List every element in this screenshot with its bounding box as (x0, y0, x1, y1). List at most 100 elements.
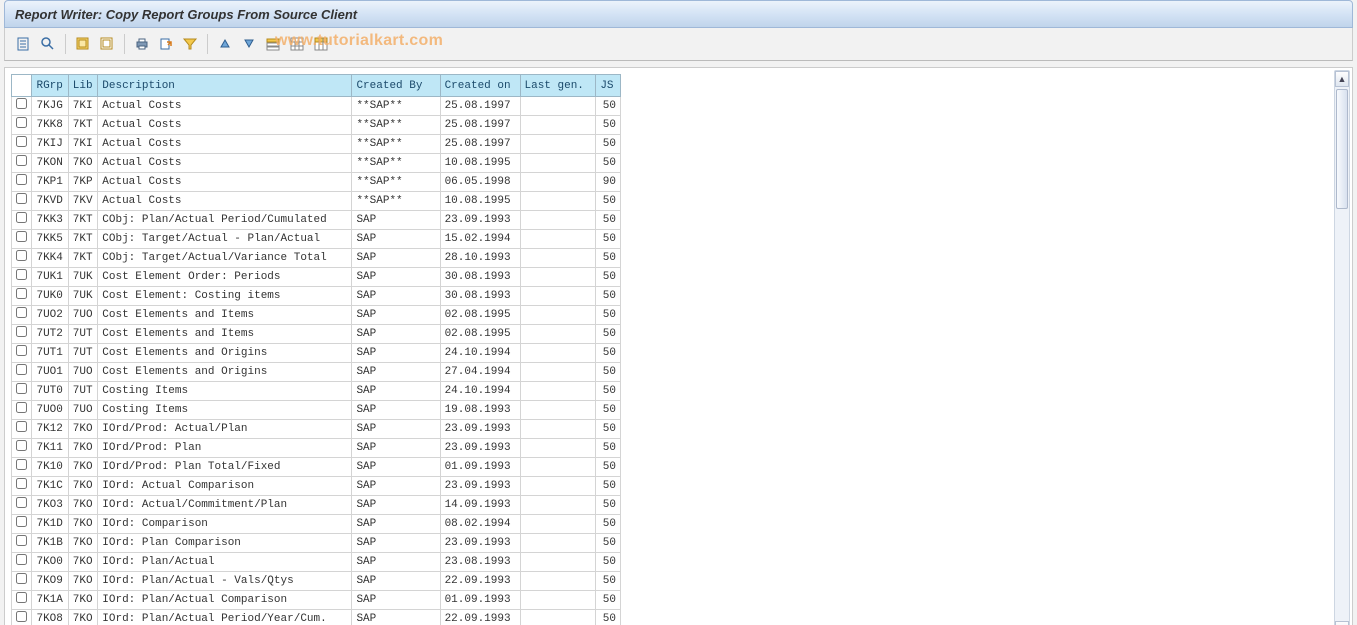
table-row[interactable]: 7KJG7KIActual Costs**SAP**25.08.199750 (12, 97, 621, 116)
row-checkbox[interactable] (16, 98, 27, 109)
col-rgrp[interactable]: RGrp (32, 75, 68, 97)
table-row[interactable]: 7KO97KOIOrd: Plan/Actual - Vals/QtysSAP2… (12, 572, 621, 591)
table-row[interactable]: 7K1C7KOIOrd: Actual ComparisonSAP23.09.1… (12, 477, 621, 496)
table-row[interactable]: 7KO87KOIOrd: Plan/Actual Period/Year/Cum… (12, 610, 621, 625)
table-row[interactable]: 7KON7KOActual Costs**SAP**10.08.199550 (12, 154, 621, 173)
row-select-cell[interactable] (12, 173, 32, 192)
table-row[interactable]: 7KK37KTCObj: Plan/Actual Period/Cumulate… (12, 211, 621, 230)
table-row[interactable]: 7UT27UTCost Elements and ItemsSAP02.08.1… (12, 325, 621, 344)
row-checkbox[interactable] (16, 174, 27, 185)
row-select-cell[interactable] (12, 325, 32, 344)
row-select-cell[interactable] (12, 458, 32, 477)
row-checkbox[interactable] (16, 117, 27, 128)
row-select-cell[interactable] (12, 363, 32, 382)
row-checkbox[interactable] (16, 231, 27, 242)
row-select-cell[interactable] (12, 249, 32, 268)
row-checkbox[interactable] (16, 212, 27, 223)
row-checkbox[interactable] (16, 497, 27, 508)
row-select-cell[interactable] (12, 420, 32, 439)
row-checkbox[interactable] (16, 288, 27, 299)
row-select-cell[interactable] (12, 439, 32, 458)
row-checkbox[interactable] (16, 535, 27, 546)
table-row[interactable]: 7KO07KOIOrd: Plan/ActualSAP23.08.199350 (12, 553, 621, 572)
table-row[interactable]: 7UO17UOCost Elements and OriginsSAP27.04… (12, 363, 621, 382)
row-checkbox[interactable] (16, 269, 27, 280)
row-checkbox[interactable] (16, 193, 27, 204)
scroll-up-button[interactable]: ▲ (1335, 71, 1349, 87)
row-select-cell[interactable] (12, 496, 32, 515)
table-row[interactable]: 7UK07UKCost Element: Costing itemsSAP30.… (12, 287, 621, 306)
table-row[interactable]: 7K117KOIOrd/Prod: PlanSAP23.09.199350 (12, 439, 621, 458)
row-select-cell[interactable] (12, 287, 32, 306)
row-checkbox[interactable] (16, 554, 27, 565)
table-row[interactable]: 7KO37KOIOrd: Actual/Commitment/PlanSAP14… (12, 496, 621, 515)
table-row[interactable]: 7KVD7KVActual Costs**SAP**10.08.199550 (12, 192, 621, 211)
select-all-icon[interactable] (72, 34, 94, 54)
scroll-down-button[interactable]: ▼ (1335, 621, 1349, 625)
row-select-cell[interactable] (12, 306, 32, 325)
row-select-cell[interactable] (12, 192, 32, 211)
row-select-cell[interactable] (12, 401, 32, 420)
row-select-cell[interactable] (12, 135, 32, 154)
row-select-cell[interactable] (12, 553, 32, 572)
row-checkbox[interactable] (16, 516, 27, 527)
row-checkbox[interactable] (16, 345, 27, 356)
table-row[interactable]: 7KK57KTCObj: Target/Actual - Plan/Actual… (12, 230, 621, 249)
table-row[interactable]: 7KIJ7KIActual Costs**SAP**25.08.199750 (12, 135, 621, 154)
row-checkbox[interactable] (16, 478, 27, 489)
table-row[interactable]: 7UO27UOCost Elements and ItemsSAP02.08.1… (12, 306, 621, 325)
row-checkbox[interactable] (16, 250, 27, 261)
row-select-cell[interactable] (12, 572, 32, 591)
row-checkbox[interactable] (16, 611, 27, 622)
table-row[interactable]: 7UT07UTCosting ItemsSAP24.10.199450 (12, 382, 621, 401)
row-select-cell[interactable] (12, 610, 32, 625)
row-checkbox[interactable] (16, 383, 27, 394)
row-select-cell[interactable] (12, 344, 32, 363)
find-icon[interactable] (37, 34, 59, 54)
table-row[interactable]: 7KK87KTActual Costs**SAP**25.08.199750 (12, 116, 621, 135)
col-js[interactable]: JS (596, 75, 621, 97)
table-row[interactable]: 7K1A7KOIOrd: Plan/Actual ComparisonSAP01… (12, 591, 621, 610)
table-row[interactable]: 7UO07UOCosting ItemsSAP19.08.199350 (12, 401, 621, 420)
subtotal-icon[interactable] (310, 34, 332, 54)
table-row[interactable]: 7K1D7KOIOrd: ComparisonSAP08.02.199450 (12, 515, 621, 534)
vertical-scrollbar[interactable]: ▲ ▼ (1334, 70, 1350, 625)
row-checkbox[interactable] (16, 459, 27, 470)
sort-desc-icon[interactable] (238, 34, 260, 54)
table-row[interactable]: 7K107KOIOrd/Prod: Plan Total/FixedSAP01.… (12, 458, 621, 477)
row-checkbox[interactable] (16, 592, 27, 603)
row-checkbox[interactable] (16, 402, 27, 413)
row-checkbox[interactable] (16, 440, 27, 451)
row-checkbox[interactable] (16, 421, 27, 432)
row-select-cell[interactable] (12, 477, 32, 496)
table-row[interactable]: 7K1B7KOIOrd: Plan ComparisonSAP23.09.199… (12, 534, 621, 553)
row-checkbox[interactable] (16, 136, 27, 147)
table-row[interactable]: 7KP17KPActual Costs**SAP**06.05.199890 (12, 173, 621, 192)
deselect-all-icon[interactable] (96, 34, 118, 54)
layout-icon[interactable] (262, 34, 284, 54)
row-select-cell[interactable] (12, 97, 32, 116)
row-select-cell[interactable] (12, 591, 32, 610)
row-checkbox[interactable] (16, 307, 27, 318)
table-row[interactable]: 7KK47KTCObj: Target/Actual/Variance Tota… (12, 249, 621, 268)
row-select-cell[interactable] (12, 534, 32, 553)
print-icon[interactable] (131, 34, 153, 54)
export-icon[interactable] (155, 34, 177, 54)
row-checkbox[interactable] (16, 364, 27, 375)
col-created-by[interactable]: Created By (352, 75, 440, 97)
row-checkbox[interactable] (16, 326, 27, 337)
row-select-cell[interactable] (12, 268, 32, 287)
col-lib[interactable]: Lib (68, 75, 98, 97)
table-row[interactable]: 7UT17UTCost Elements and OriginsSAP24.10… (12, 344, 621, 363)
table-row[interactable]: 7K127KOIOrd/Prod: Actual/PlanSAP23.09.19… (12, 420, 621, 439)
scroll-thumb[interactable] (1336, 89, 1348, 209)
sort-asc-icon[interactable] (214, 34, 236, 54)
col-last-gen[interactable]: Last gen. (520, 75, 596, 97)
table-row[interactable]: 7UK17UKCost Element Order: PeriodsSAP30.… (12, 268, 621, 287)
row-select-cell[interactable] (12, 116, 32, 135)
row-select-cell[interactable] (12, 515, 32, 534)
row-checkbox[interactable] (16, 573, 27, 584)
filter-icon[interactable] (179, 34, 201, 54)
row-select-cell[interactable] (12, 382, 32, 401)
row-select-cell[interactable] (12, 211, 32, 230)
